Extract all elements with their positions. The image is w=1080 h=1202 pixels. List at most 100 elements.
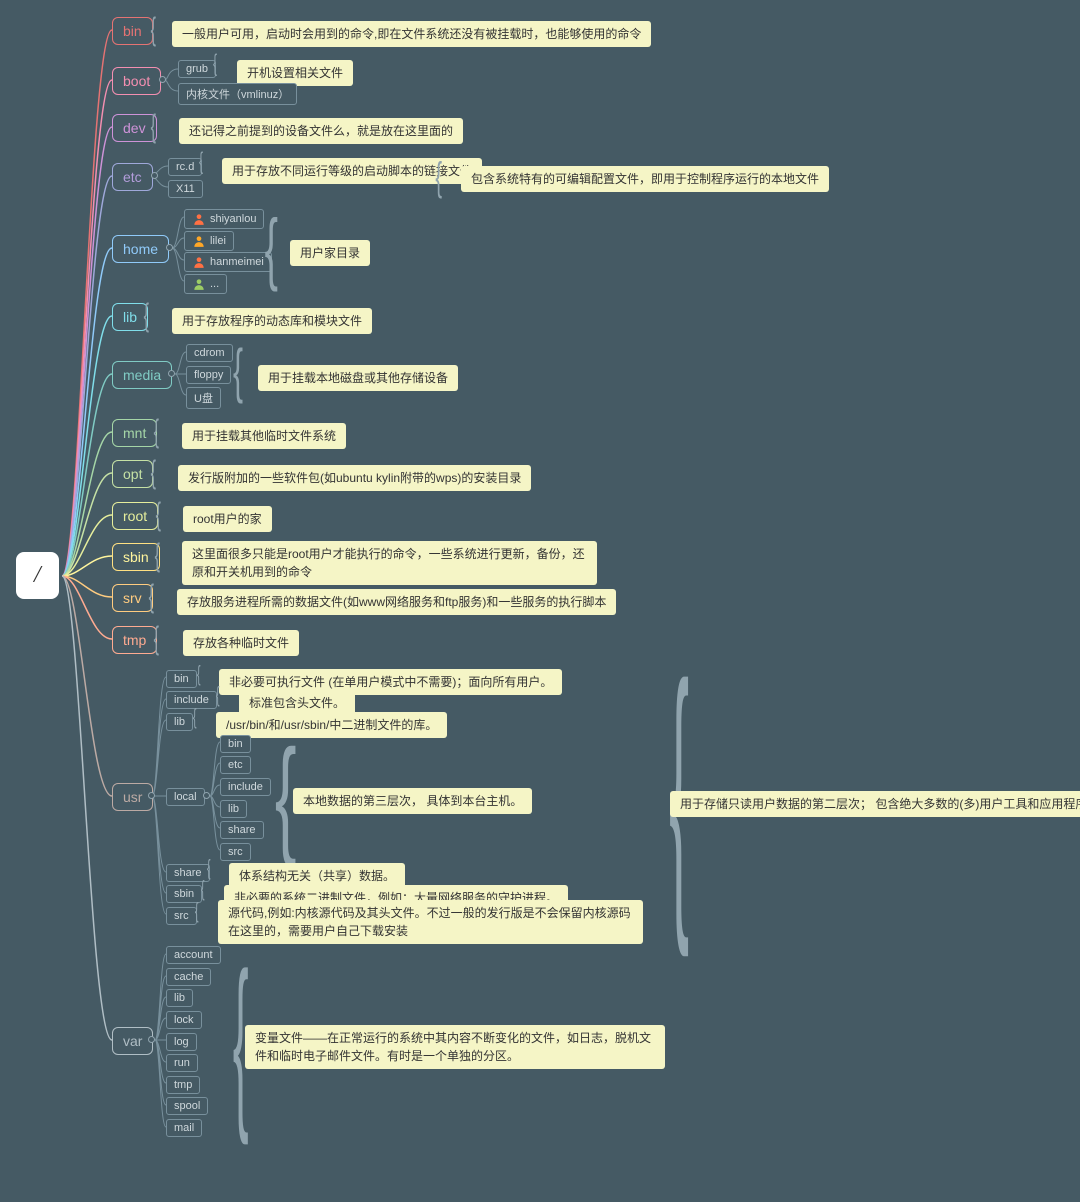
sub-var-log[interactable]: log [166,1033,197,1051]
root-node[interactable]: / [16,552,59,599]
user-label: lilei [210,235,226,247]
sub-var-lib[interactable]: lib [166,989,193,1007]
sub-var-mail[interactable]: mail [166,1119,202,1137]
sub-usr-bin[interactable]: bin [166,670,197,688]
brace-icon: { [207,855,211,881]
brace-icon: { [199,148,203,176]
brace-icon: { [151,108,156,145]
desc-var: 变量文件——在正常运行的系统中其内容不断变化的文件，如日志，脱机文件和临时电子邮… [245,1025,665,1069]
brace-icon: { [151,454,156,491]
dir-boot[interactable]: boot [112,67,161,95]
sub-local-include[interactable]: include [220,778,271,796]
desc-srv: 存放服务进程所需的数据文件(如www网络服务和ftp服务)和一些服务的执行脚本 [177,589,616,615]
brace-icon: { [144,297,149,334]
brace-icon: { [265,208,278,288]
sub-home-u4[interactable]: ... [184,274,227,294]
sub-var-spool[interactable]: spool [166,1097,208,1115]
user-label: ... [210,278,219,290]
user-icon [192,277,206,291]
user-icon [192,234,206,248]
dir-usr[interactable]: usr [112,783,153,811]
sub-var-account[interactable]: account [166,946,221,964]
dir-var[interactable]: var [112,1027,153,1055]
sub-local-share[interactable]: share [220,821,264,839]
user-label: hanmeimei [210,256,264,268]
dir-srv[interactable]: srv [112,584,153,612]
desc-usr: 用于存储只读用户数据的第二层次； 包含绝大多数的(多)用户工具和应用程序 [670,791,1080,817]
sub-usr-local[interactable]: local [166,788,205,806]
sub-boot-kernel[interactable]: 内核文件（vmlinuz） [178,83,297,105]
desc-media: 用于挂载本地磁盘或其他存储设备 [258,365,458,391]
expand-dot[interactable] [159,76,166,83]
dir-media[interactable]: media [112,361,172,389]
brace-icon: { [435,155,442,200]
desc-bin: 一般用户可用，启动时会用到的命令,即在文件系统还没有被挂载时，也能够使用的命令 [172,21,651,47]
sub-var-lock[interactable]: lock [166,1011,202,1029]
sub-media-cdrom[interactable]: cdrom [186,344,233,362]
sub-usr-include[interactable]: include [166,691,217,709]
expand-dot[interactable] [168,370,175,377]
user-icon [192,255,206,269]
brace-icon: { [154,413,159,450]
desc-mnt: 用于挂载其他临时文件系统 [182,423,346,449]
brace-icon: { [193,704,197,730]
user-label: shiyanlou [210,213,256,225]
expand-dot[interactable] [148,792,155,799]
sub-home-u1[interactable]: shiyanlou [184,209,264,229]
sub-local-lib[interactable]: lib [220,800,247,818]
user-icon [192,212,206,226]
desc-opt: 发行版附加的一些软件包(如ubuntu kylin附带的wps)的安装目录 [178,465,531,491]
brace-icon: { [216,682,220,708]
sub-home-u2[interactable]: lilei [184,231,234,251]
sub-var-run[interactable]: run [166,1054,198,1072]
dir-etc[interactable]: etc [112,163,153,191]
desc-lib: 用于存放程序的动态库和模块文件 [172,308,372,334]
desc-home: 用户家目录 [290,240,370,266]
sub-usr-src[interactable]: src [166,907,197,925]
sub-var-cache[interactable]: cache [166,968,211,986]
dir-opt[interactable]: opt [112,460,153,488]
brace-icon: { [149,578,154,615]
expand-dot[interactable] [151,172,158,179]
dir-lib[interactable]: lib [112,303,148,331]
brace-icon: { [201,876,205,902]
desc-dev: 还记得之前提到的设备文件么，就是放在这里面的 [179,118,463,144]
dir-home[interactable]: home [112,235,169,263]
brace-icon: { [151,11,156,48]
desc-root: root用户的家 [183,506,272,532]
brace-icon: { [156,496,161,533]
expand-dot[interactable] [148,1036,155,1043]
sub-etc-rcd[interactable]: rc.d [168,158,202,176]
desc-etc-rcd: 用于存放不同运行等级的启动脚本的链接文件 [222,158,482,184]
sub-var-tmp[interactable]: tmp [166,1076,200,1094]
desc-etc: 包含系统特有的可编辑配置文件，即用于控制程序运行的本地文件 [461,166,829,192]
brace-icon: { [669,640,689,940]
desc-usr-src: 源代码,例如:内核源代码及其头文件。不过一般的发行版是不会保留内核源码在这里的，… [218,900,643,944]
brace-icon: { [213,50,217,78]
sub-local-src[interactable]: src [220,843,251,861]
sub-local-bin[interactable]: bin [220,735,251,753]
sub-usr-lib[interactable]: lib [166,713,193,731]
dir-sbin[interactable]: sbin [112,543,160,571]
dir-tmp[interactable]: tmp [112,626,157,654]
sub-etc-x11[interactable]: X11 [168,180,203,198]
brace-icon: { [195,898,199,924]
desc-sbin: 这里面很多只能是root用户才能执行的命令，一些系统进行更新，备份，还原和开关机… [182,541,597,585]
brace-icon: { [154,620,159,657]
sub-media-udisk[interactable]: U盘 [186,387,221,409]
sub-media-floppy[interactable]: floppy [186,366,231,384]
desc-tmp: 存放各种临时文件 [183,630,299,656]
sub-boot-grub[interactable]: grub [178,60,216,78]
dir-bin[interactable]: bin [112,17,153,45]
sub-local-etc[interactable]: etc [220,756,251,774]
brace-icon: { [197,661,201,687]
dir-root[interactable]: root [112,502,158,530]
expand-dot[interactable] [166,244,173,251]
brace-icon: { [155,537,160,574]
desc-usr-local: 本地数据的第三层次， 具体到本台主机。 [293,788,532,814]
brace-icon: { [233,341,243,401]
desc-usr-lib: /usr/bin/和/usr/sbin/中二进制文件的库。 [216,712,447,738]
expand-dot[interactable] [203,792,210,799]
dir-mnt[interactable]: mnt [112,419,157,447]
sub-home-u3[interactable]: hanmeimei [184,252,272,272]
